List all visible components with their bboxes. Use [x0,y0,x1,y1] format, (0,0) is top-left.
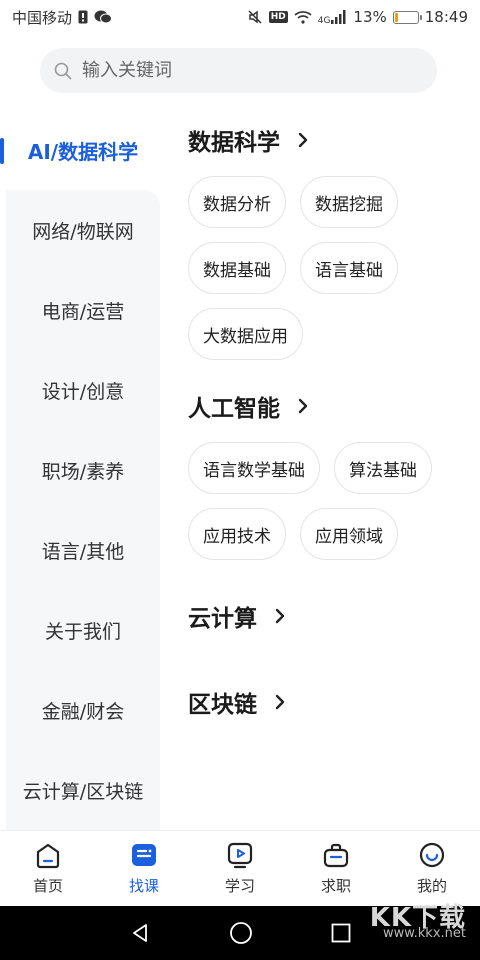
watermark-logo: KK下载 [369,903,466,933]
sidebar-item-network-iot[interactable]: 网络/物联网 [6,190,160,270]
search-bar[interactable] [40,48,437,93]
clock: 18:49 [424,8,468,26]
sidebar-item-ecommerce[interactable]: 电商/运营 [6,270,160,350]
tab-label: 我的 [416,877,447,895]
sidebar-item-career[interactable]: 职场/素养 [6,430,160,510]
section-header-data-science[interactable]: 数据科学 [188,110,480,170]
sidebar-item-language[interactable]: 语言/其他 [6,510,160,590]
chevron-right-icon [298,398,308,414]
sidebar-item-label: 金融/财会 [41,700,125,723]
chip-application-domains[interactable]: 应用领域 [300,508,398,560]
profile-icon [418,841,446,869]
tab-home[interactable]: 首页 [0,831,96,906]
wifi-icon [294,10,312,24]
battery-fill [394,12,398,22]
signal-icon [331,10,347,24]
category-content: 数据科学 数据分析 数据挖掘 数据基础 语言基础 大数据应用 人工智能 语言数学… [160,110,480,830]
hd-icon: HD [268,11,288,23]
section-title: 数据科学 [188,130,280,156]
chip-data-mining[interactable]: 数据挖掘 [300,176,398,228]
battery-icon [392,10,422,24]
chip-big-data[interactable]: 大数据应用 [188,308,303,360]
chevron-right-icon [275,694,285,710]
category-sidebar: AI/数据科学 网络/物联网 电商/运营 设计/创意 职场/素养 语言/其他 关… [0,110,160,830]
sidebar-item-label: AI/数据科学 [27,139,139,164]
carrier-name: 中国移动 [12,8,73,27]
section-header-ai[interactable]: 人工智能 [188,376,480,436]
tab-jobs[interactable]: 求职 [288,831,384,906]
sidebar-item-about[interactable]: 关于我们 [6,590,160,670]
sim-alert-icon [78,10,88,24]
chip-language-math[interactable]: 语言数学基础 [188,442,320,494]
chip-algorithm-basics[interactable]: 算法基础 [334,442,432,494]
tab-learn[interactable]: 学习 [192,831,288,906]
tab-find-course[interactable]: 找课 [96,831,192,906]
sidebar-item-finance[interactable]: 金融/财会 [6,670,160,750]
home-nav-icon[interactable] [229,921,253,945]
back-icon[interactable] [129,922,151,944]
chip-language-basics[interactable]: 语言基础 [300,242,398,294]
tab-label: 找课 [128,877,159,895]
course-icon [130,841,158,869]
chip-data-basics[interactable]: 数据基础 [188,242,286,294]
wechat-icon [94,10,113,24]
sidebar-item-label: 网络/物联网 [32,220,134,243]
job-icon [322,841,350,869]
tab-label: 首页 [32,877,63,895]
sidebar-item-ai-data-science[interactable]: AI/数据科学 [0,110,160,190]
section-title: 人工智能 [188,396,280,422]
bottom-tab-bar: 首页 找课 学习 求职 我的 [0,830,480,906]
home-icon [34,841,62,869]
sidebar-item-label: 云计算/区块链 [22,780,144,803]
search-icon [54,62,72,80]
chip-data-analysis[interactable]: 数据分析 [188,176,286,228]
chip-group: 数据分析 数据挖掘 数据基础 语言基础 大数据应用 [188,176,458,360]
sidebar-item-design[interactable]: 设计/创意 [6,350,160,430]
sidebar-item-cloud-blockchain[interactable]: 云计算/区块链 [6,750,160,830]
chevron-right-icon [275,608,285,624]
status-bar: 中国移动 HD 4G 13% 18:49 [0,0,480,34]
section-header-blockchain[interactable]: 区块链 [188,656,480,748]
learn-icon [226,841,254,869]
tab-profile[interactable]: 我的 [384,831,480,906]
sidebar-item-label: 电商/运营 [41,300,125,323]
chip-applied-tech[interactable]: 应用技术 [188,508,286,560]
recents-icon[interactable] [331,923,351,943]
sidebar-item-label: 关于我们 [44,620,121,643]
watermark-url: www.kkx.net [382,926,466,941]
watermark: KK下载 www.kkx.net [369,903,466,942]
section-title: 区块链 [188,692,257,718]
section-header-cloud[interactable]: 云计算 [188,576,480,656]
battery-percent: 13% [353,8,387,26]
chip-group: 语言数学基础 算法基础 应用技术 应用领域 [188,442,458,560]
mute-icon [247,9,263,25]
sidebar-item-label: 语言/其他 [41,540,125,563]
network-type: 4G [317,16,331,26]
tab-label: 学习 [224,877,255,895]
section-title: 云计算 [188,606,257,632]
sidebar-item-label: 设计/创意 [41,380,125,403]
sidebar-item-label: 职场/素养 [41,460,125,483]
tab-label: 求职 [320,877,351,895]
chevron-right-icon [298,132,308,148]
search-input[interactable] [82,60,402,81]
